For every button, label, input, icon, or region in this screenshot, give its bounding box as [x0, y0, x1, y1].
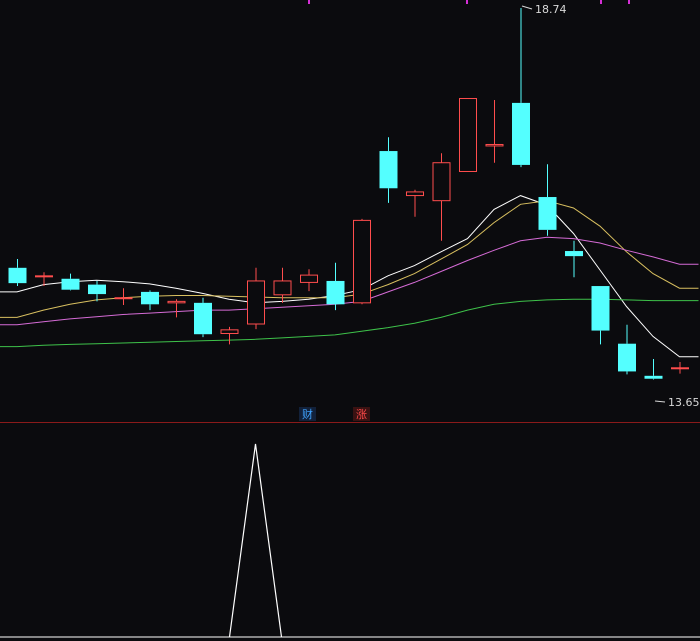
- high-price-label: 18.74: [535, 3, 567, 16]
- candle-23-body: [618, 343, 636, 372]
- candle-13-body: [353, 219, 371, 304]
- candle-3-body: [88, 284, 106, 295]
- candle-11-body: [300, 274, 318, 283]
- candle-1-body: [35, 275, 53, 278]
- candle-22-body: [591, 286, 610, 331]
- candle-17-body: [459, 98, 477, 172]
- candle-24-body: [644, 375, 663, 379]
- candle-10-body: [273, 280, 292, 296]
- marker-cai-text: 财: [302, 407, 313, 421]
- candle-15-body: [406, 191, 424, 197]
- low-price-label: 13.65: [668, 396, 700, 409]
- candle-4-body: [114, 297, 133, 300]
- top-tick-2: [600, 0, 602, 4]
- candle-21-body: [565, 251, 583, 257]
- candle-14-body: [379, 151, 398, 189]
- candle-5-body: [141, 291, 159, 305]
- top-tick-0: [308, 0, 310, 4]
- candle-0-body: [8, 267, 27, 284]
- marker-zhang-text: 涨: [356, 408, 367, 421]
- candle-20-body: [538, 197, 557, 230]
- candle-25-body: [671, 367, 689, 370]
- candle-13[interactable]: [353, 218, 371, 305]
- candle-12-body: [326, 280, 345, 305]
- candle-2-body: [61, 278, 80, 290]
- candle-16-body: [432, 162, 451, 202]
- candle-9-body: [247, 280, 265, 325]
- top-tick-3: [628, 0, 630, 4]
- stock-chart[interactable]: 18.74 13.65 财 涨: [0, 0, 700, 641]
- candle-17[interactable]: [459, 98, 477, 172]
- candle-7-body: [194, 302, 212, 335]
- candle-8-body: [220, 329, 239, 334]
- candle-18-body: [485, 143, 504, 147]
- candle-6-body: [167, 300, 186, 304]
- top-tick-1: [466, 0, 468, 4]
- candle-19-body: [512, 102, 530, 165]
- candle-7[interactable]: [194, 297, 212, 338]
